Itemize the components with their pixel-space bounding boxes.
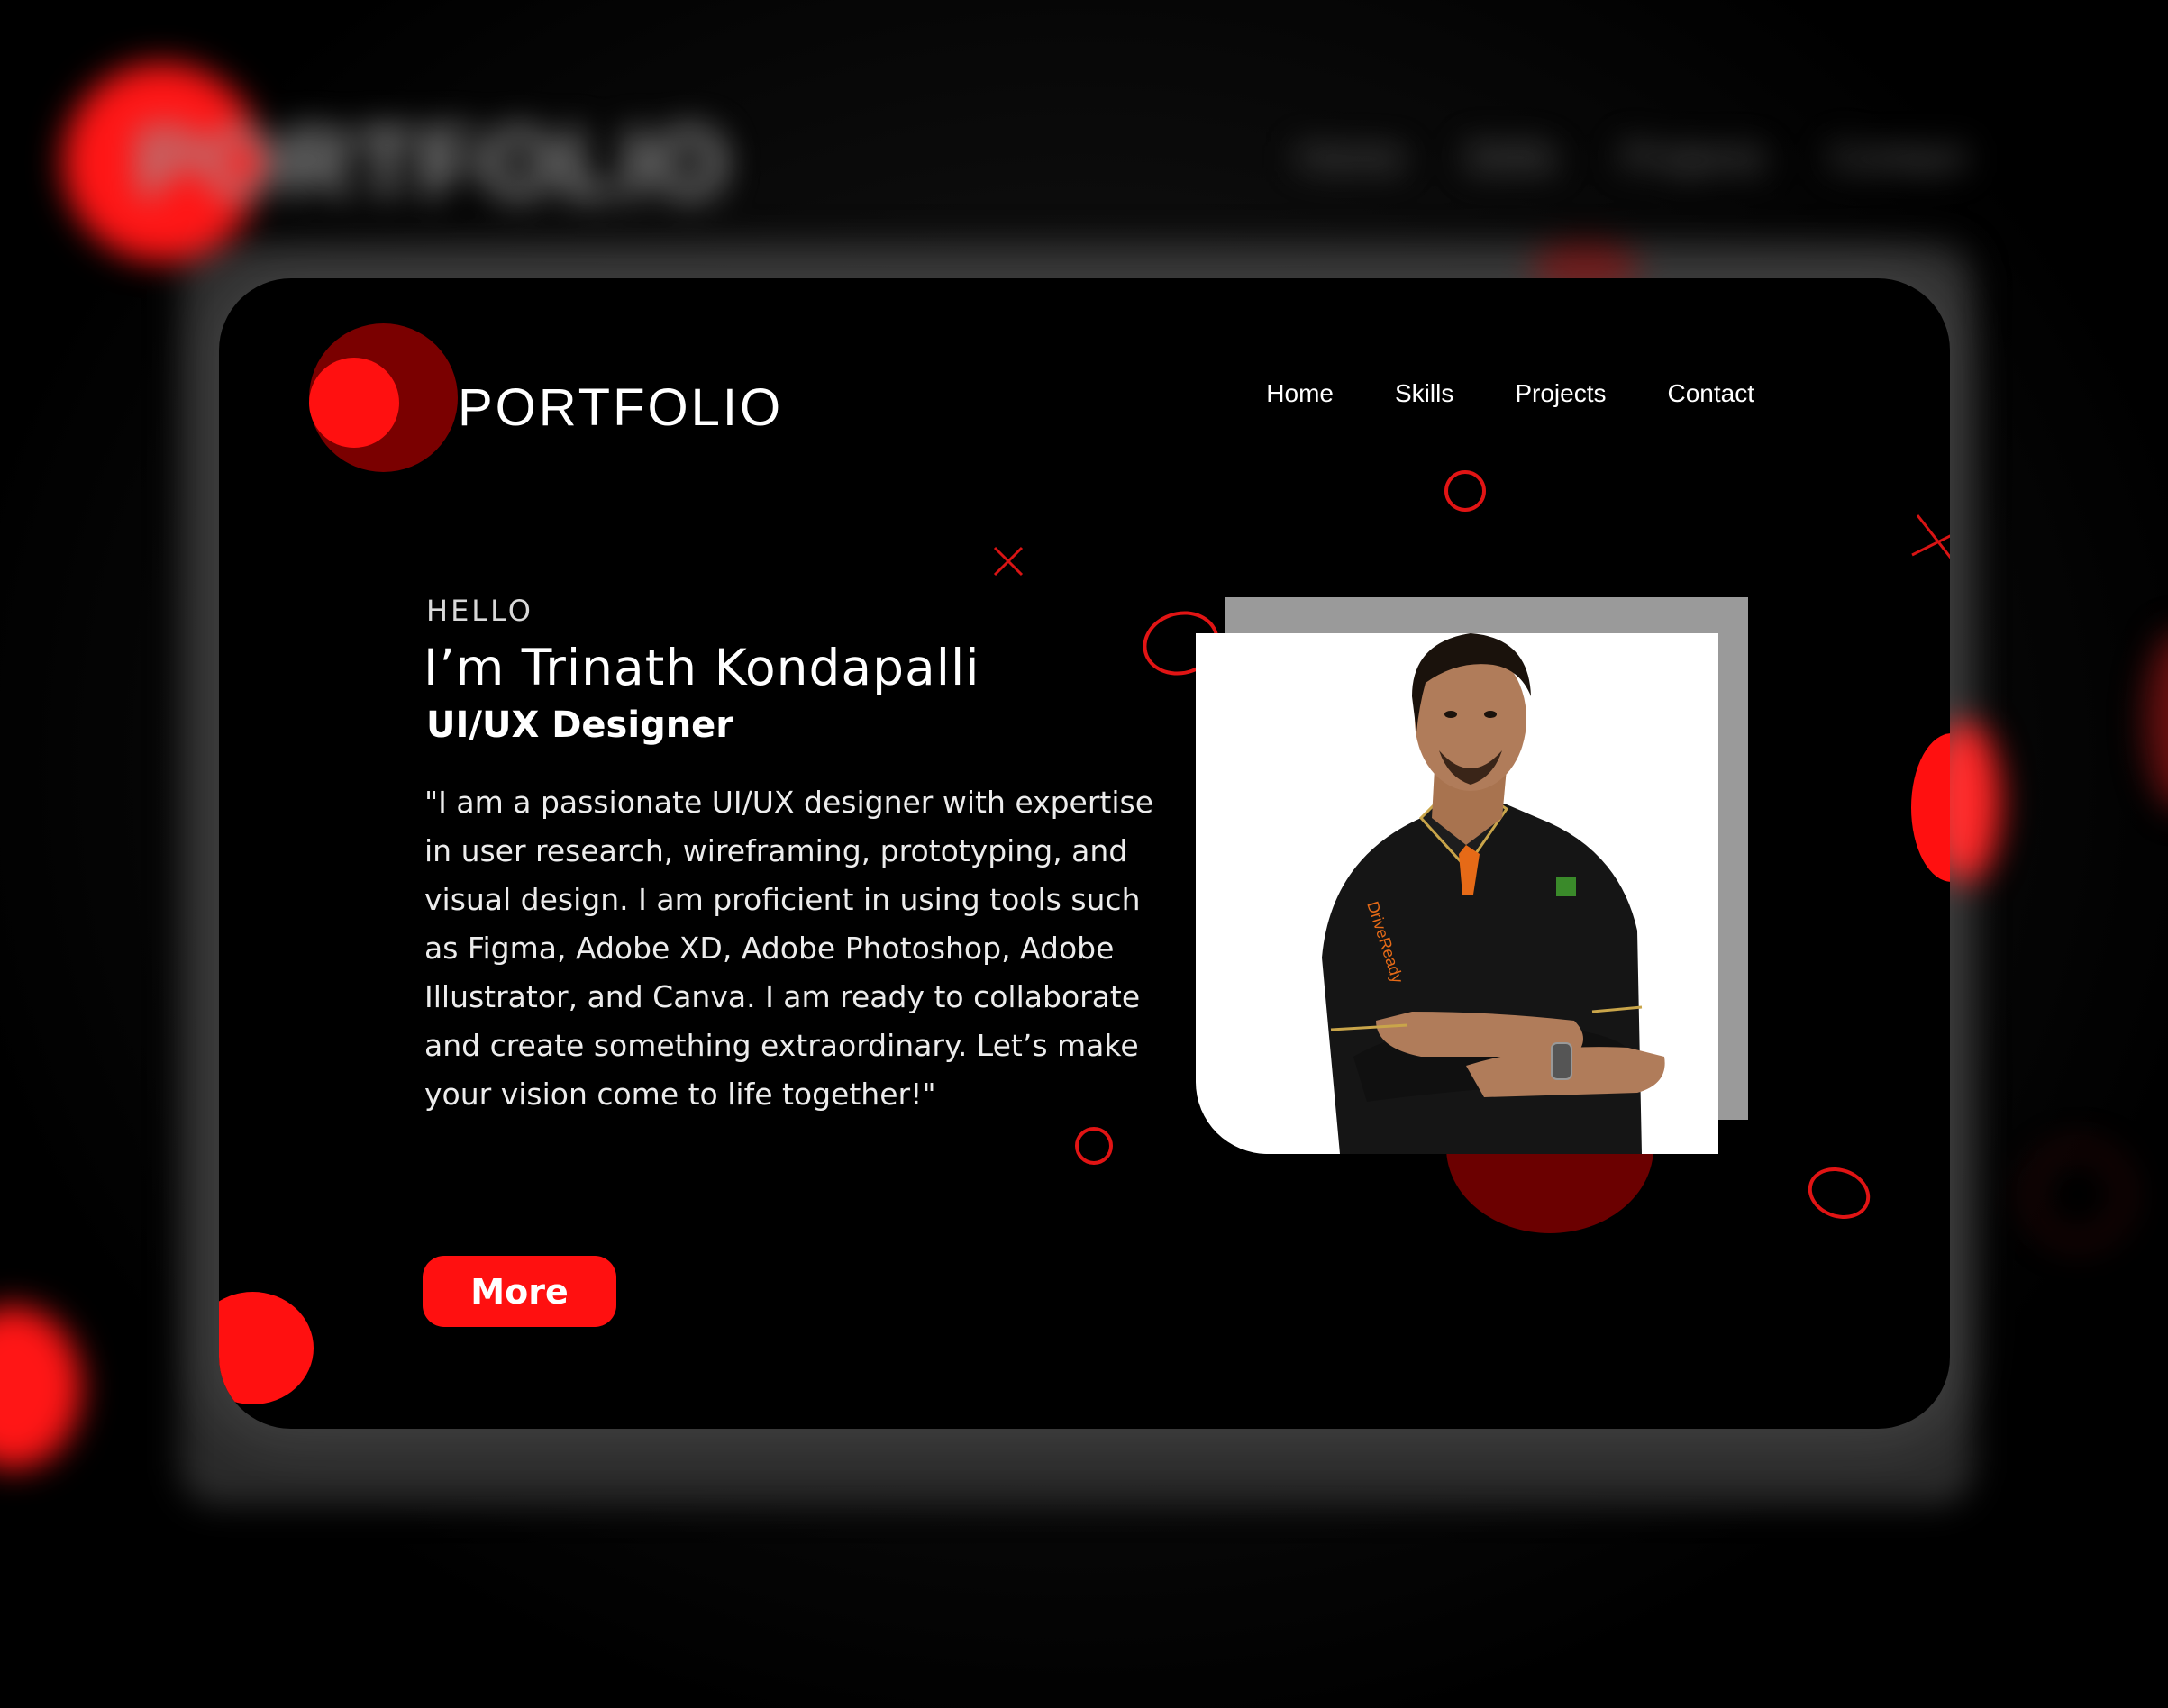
- nav-projects[interactable]: Projects: [1515, 379, 1606, 408]
- profile-photo: DriveReady: [1196, 633, 1718, 1154]
- blurred-nav-contact: Contact: [1829, 135, 1966, 179]
- ring-icon: [1800, 1158, 1878, 1228]
- nav-contact[interactable]: Contact: [1668, 379, 1755, 408]
- more-button[interactable]: More: [423, 1256, 616, 1327]
- page-backdrop: PORTFOLIO Home Skills Projects Contact P…: [0, 0, 2168, 1708]
- main-nav: Home Skills Projects Contact: [1266, 379, 1754, 408]
- blurred-dot-far-right: [2145, 631, 2168, 811]
- blurred-ring-right: [2027, 1144, 2128, 1245]
- logo[interactable]: PORTFOLIO: [309, 323, 780, 477]
- ring-icon: [1444, 470, 1486, 512]
- portfolio-card: PORTFOLIO Home Skills Projects Contact H…: [219, 278, 1950, 1429]
- right-edge-red-dot: [1911, 733, 1950, 882]
- hero-name: I’m Trinath Kondapalli: [424, 639, 980, 696]
- blurred-dot-left: [0, 1306, 81, 1468]
- greeting: HELLO: [426, 594, 533, 628]
- blurred-logo-text: PORTFOLIO: [135, 108, 730, 219]
- ring-icon: [1075, 1127, 1113, 1165]
- hero-bio: "I am a passionate UI/UX designer with e…: [424, 785, 1154, 1112]
- logo-text: PORTFOLIO: [458, 378, 784, 437]
- blurred-nav-projects: Projects: [1622, 135, 1765, 179]
- person-illustration: DriveReady: [1322, 633, 1665, 1154]
- red-circle-logo-inner: [309, 358, 399, 448]
- nav-home[interactable]: Home: [1266, 379, 1334, 408]
- blurred-nav-skills: Skills: [1464, 135, 1557, 179]
- cross-icon: [1911, 514, 1950, 559]
- bottom-left-red-dot: [219, 1292, 314, 1404]
- blurred-nav-home: Home: [1298, 135, 1404, 179]
- nav-skills[interactable]: Skills: [1395, 379, 1453, 408]
- cross-icon: [993, 546, 1024, 577]
- hero-role: UI/UX Designer: [426, 704, 734, 746]
